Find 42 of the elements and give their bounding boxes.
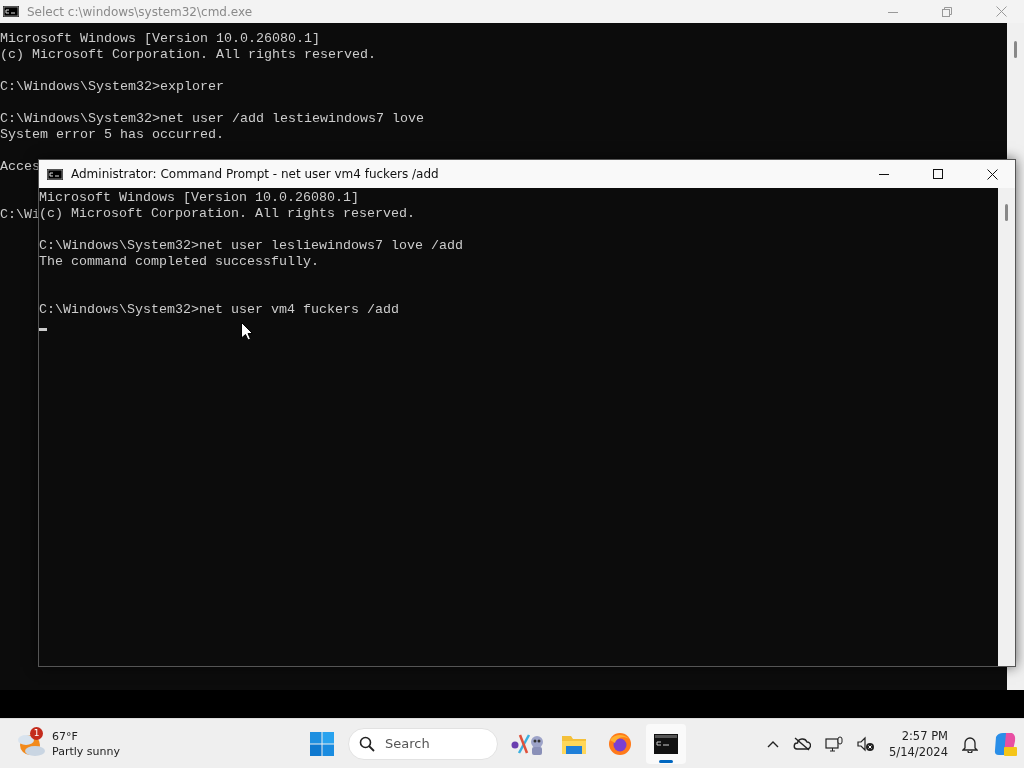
console-line: Acces [0,159,40,175]
console-line: Microsoft Windows [Version 10.0.26080.1] [39,190,359,206]
window-title: Administrator: Command Prompt - net user vm4 fuckers /add [71,167,439,181]
close-icon [986,168,998,180]
browser-icon [608,731,632,756]
console-line: C:\Wi [0,207,40,223]
restore-icon [942,6,952,17]
console-line: C:\Windows\System32>net user lesliewindows7 love /add [39,238,463,254]
console-line: (c) Microsoft Corporation. All rights reserved. [39,206,415,222]
search-icon [359,735,375,752]
scrollbar-thumb[interactable] [1005,204,1008,221]
clock-time: 2:57 PM [901,727,948,744]
search-field[interactable]: Search [348,727,498,760]
console-line: C:\Windows\System32>net user vm4 fuckers /add [39,302,399,318]
terminal-icon [654,733,678,754]
mouse-pointer-icon [241,322,253,341]
console-line: C:\Windows\System32>explorer [0,79,224,95]
close-icon [995,6,1007,17]
terminal-icon [47,168,63,180]
weather-condition: Partly sunny [52,743,120,759]
network-icon[interactable] [825,735,844,752]
copilot-icon[interactable] [992,730,1018,757]
taskbar-app-button[interactable] [646,723,686,764]
console-line: The command completed successfully. [39,254,319,270]
bell-icon[interactable] [962,734,978,753]
console-line: (c) Microsoft Corporation. All rights reserved. [0,47,376,63]
console-line: C:\Windows\System32>net user /add lestiewindows7 love [0,111,424,127]
speaker-muted-icon[interactable] [857,735,876,752]
console-line: System error 5 has occurred. [0,127,224,143]
maximize-icon [933,169,943,179]
windows-logo-icon [310,731,334,756]
text-cursor [39,328,47,331]
clock[interactable]: 2:57 PM 5/14/2024 [889,727,948,760]
window-title: Select c:\windows\system32\cmd.exe [27,4,253,19]
temperature: 67°F [52,728,79,744]
weather-widget[interactable]: 1 67°F Partly sunny [0,728,138,759]
terminal-icon [3,6,19,17]
notification-badge: 1 [30,726,43,740]
cloud-offline-icon[interactable] [793,736,812,751]
clock-date: 5/14/2024 [889,743,948,760]
console-line: Microsoft Windows [Version 10.0.26080.1] [0,31,320,47]
chevron-up-icon[interactable] [767,739,780,748]
